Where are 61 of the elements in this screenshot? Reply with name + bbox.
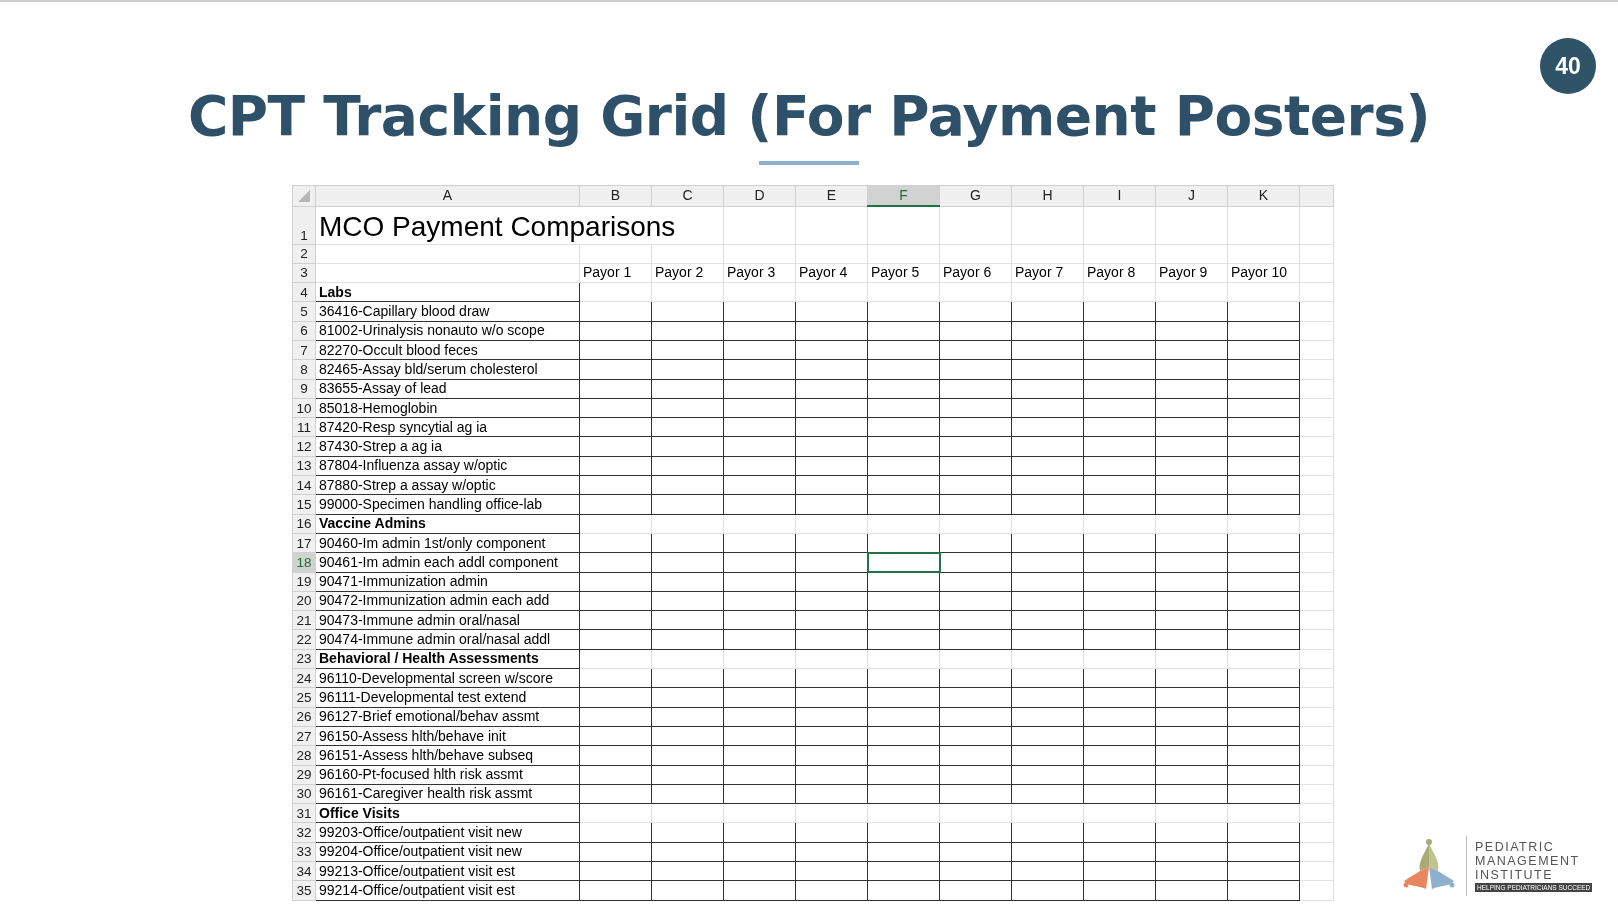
table-cell: 99000-Specimen handling office-lab [315, 494, 580, 515]
table-cell: 96150-Assess hlth/behave init [315, 726, 580, 746]
logo-text: PEDIATRIC [1475, 840, 1556, 854]
column-label: Payor 8 [1083, 263, 1156, 283]
column-label: Payor 5 [867, 263, 940, 283]
table-cell: 99213-Office/outpatient visit est [315, 861, 580, 881]
table-cell: 85018-Hemoglobin [315, 398, 580, 418]
table-cell: 99204-Office/outpatient visit new [315, 842, 580, 862]
table-cell: 90472-Immunization admin each add [315, 591, 580, 611]
section-heading: Labs [315, 282, 580, 302]
table-cell: 83655-Assay of lead [315, 379, 580, 399]
table-cell: 81002-Urinalysis nonauto w/o scope [315, 321, 580, 341]
section-heading: Office Visits [315, 803, 580, 823]
sheet-title: MCO Payment Comparisons [315, 206, 724, 244]
column-header: F [867, 185, 940, 206]
table-cell: 82270-Occult blood feces [315, 340, 580, 360]
column-header: K [1227, 185, 1300, 206]
column-header: I [1083, 185, 1156, 206]
table-cell: 96111-Developmental test extend [315, 687, 580, 708]
table-cell: 36416-Capillary blood draw [315, 301, 580, 322]
table-cell: 87880-Strep a assay w/optic [315, 475, 580, 495]
column-header: G [939, 185, 1012, 206]
column-header: B [579, 185, 652, 206]
table-cell: 96110-Developmental screen w/score [315, 668, 580, 688]
table-cell: 96161-Caregiver health risk assmt [315, 784, 580, 804]
column-header: D [723, 185, 796, 206]
column-header: C [651, 185, 724, 206]
table-cell: 87430-Strep a ag ia [315, 436, 580, 457]
table-cell: 90473-Immune admin oral/nasal [315, 610, 580, 630]
column-label: Payor 2 [651, 263, 724, 283]
table-cell: 87420-Resp syncytial ag ia [315, 417, 580, 437]
column-header: J [1155, 185, 1228, 206]
logo-text: INSTITUTE [1475, 868, 1555, 882]
selected-cell[interactable] [867, 552, 940, 573]
table-cell: 99214-Office/outpatient visit est [315, 880, 580, 901]
column-label: Payor 4 [795, 263, 868, 283]
slide-title: CPT Tracking Grid (For Payment Posters) [187, 86, 1431, 147]
table-cell: 82465-Assay bld/serum cholesterol [315, 359, 580, 380]
table-cell: 96151-Assess hlth/behave subseq [315, 745, 580, 765]
table-cell: 90460-Im admin 1st/only component [315, 533, 580, 553]
column-label: Payor 7 [1011, 263, 1084, 283]
row-number: 1 [292, 206, 316, 244]
table-cell: 90471-Immunization admin [315, 572, 580, 592]
table-cell: 87804-Influenza assay w/optic [315, 456, 580, 476]
table-cell: 99203-Office/outpatient visit new [315, 822, 580, 843]
column-header: E [795, 185, 868, 206]
section-heading: Behavioral / Health Assessments [315, 649, 580, 669]
table-cell: 96160-Pt-focused hlth risk assmt [315, 765, 580, 785]
column-label: Payor 1 [579, 263, 652, 283]
column-label: Payor 3 [723, 263, 796, 283]
page-number: 40 [1540, 38, 1596, 94]
column-label: Payor 6 [939, 263, 1012, 283]
column-header: A [315, 185, 580, 206]
logo-text: MANAGEMENT [1475, 854, 1581, 868]
table-cell: 96127-Brief emotional/behav assmt [315, 707, 580, 727]
column-header: H [1011, 185, 1084, 206]
column-label: Payor 9 [1155, 263, 1228, 283]
table-cell: 90474-Immune admin oral/nasal addl [315, 629, 580, 650]
table-cell: 90461-Im admin each addl component [315, 552, 580, 573]
column-label: Payor 10 [1227, 263, 1300, 283]
section-heading: Vaccine Admins [315, 514, 580, 534]
